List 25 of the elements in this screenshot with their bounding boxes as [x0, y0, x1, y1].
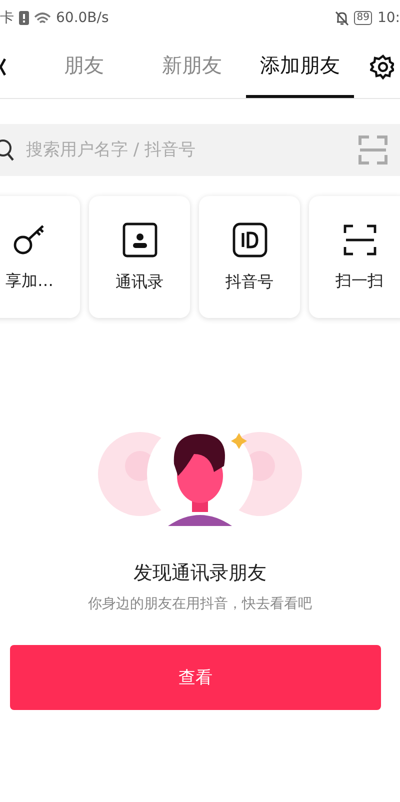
tab[interactable]: 新朋友	[138, 36, 246, 98]
tab[interactable]: 添加朋友	[246, 36, 354, 98]
tab[interactable]: 朋友	[30, 36, 138, 98]
network-speed: 60.0B/s	[56, 10, 109, 26]
invite-subtitle: 你身边的朋友在用抖音，快去看看吧	[88, 595, 312, 613]
contact-card-icon	[122, 222, 158, 258]
action-card[interactable]: 抖音号	[199, 196, 300, 318]
carrier-text: 卡	[0, 9, 14, 27]
bell-off-icon	[334, 10, 349, 26]
sim-alert-icon	[19, 11, 29, 25]
id-card-icon	[232, 222, 268, 258]
battery-level: 89	[354, 11, 372, 25]
view-button[interactable]: 查看	[10, 645, 381, 710]
search-icon	[0, 139, 14, 161]
settings-icon[interactable]	[370, 54, 394, 80]
scan-icon	[342, 222, 378, 256]
search-bar[interactable]: 搜索用户名字 / 抖音号	[0, 124, 400, 176]
back-icon[interactable]	[0, 57, 6, 77]
wifi-icon	[34, 12, 51, 24]
invite-title: 发现通讯录朋友	[134, 561, 266, 586]
clock-time: 10:	[377, 10, 400, 26]
action-card[interactable]: 通讯录	[89, 196, 190, 318]
action-card[interactable]: 扫一扫	[309, 196, 400, 318]
search-input[interactable]: 搜索用户名字 / 抖音号	[24, 139, 348, 161]
action-card[interactable]: 享加…	[0, 196, 80, 318]
